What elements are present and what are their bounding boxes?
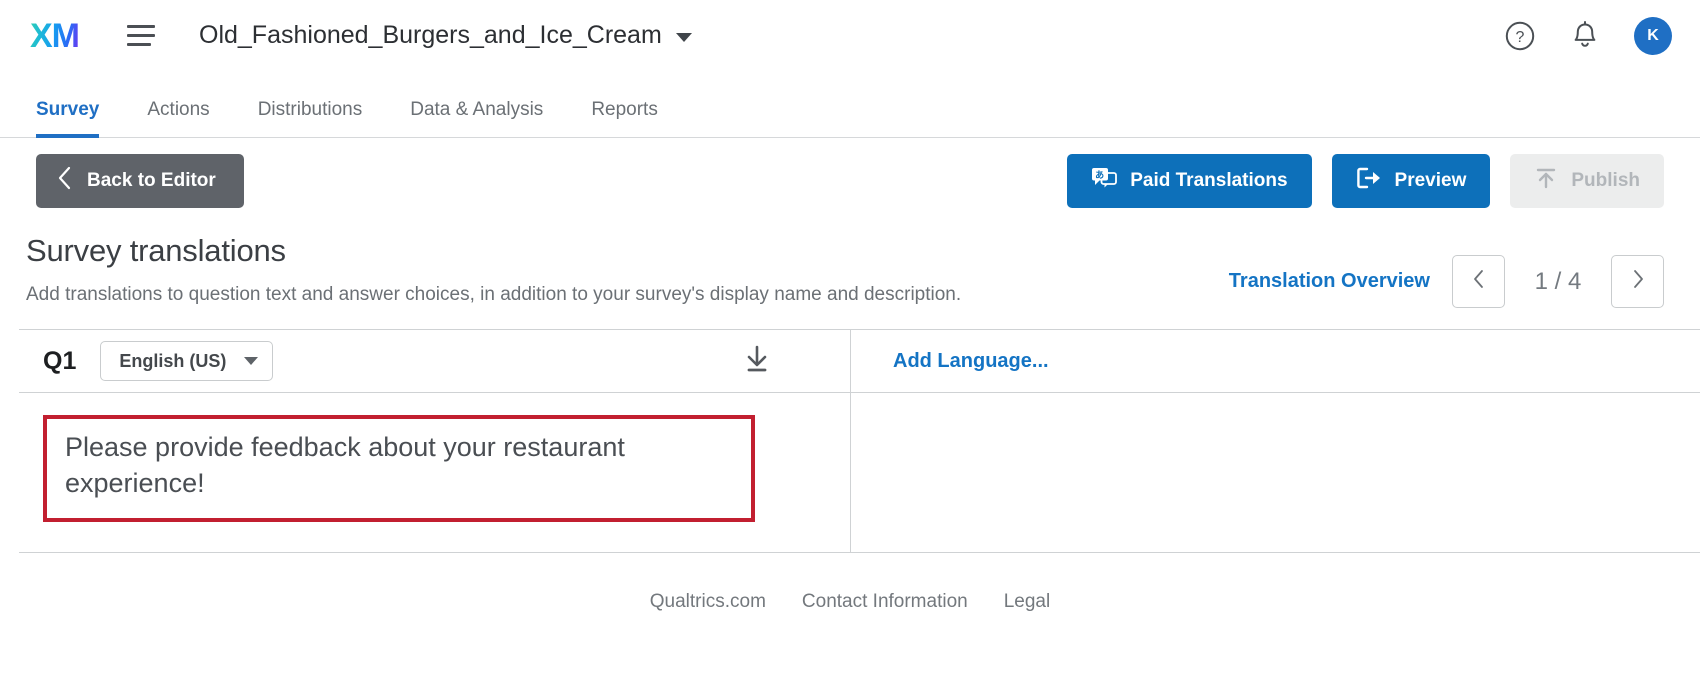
svg-text:?: ? (1516, 29, 1525, 46)
footer-link-contact-information[interactable]: Contact Information (802, 591, 968, 613)
survey-translations-title: Survey translations (26, 233, 286, 268)
upload-arrow-icon (1534, 166, 1558, 196)
preview-label: Preview (1394, 169, 1467, 191)
publish-button[interactable]: Publish (1510, 153, 1664, 208)
footer: Qualtrics.com Contact Information Legal (0, 553, 1700, 650)
source-language-cell: Q1 English (US) (19, 330, 850, 392)
svg-text:あ: あ (1095, 170, 1104, 180)
page-header-text: Survey translations Add translations to … (26, 233, 961, 310)
translation-table: Q1 English (US) Add Language... Please p… (19, 329, 1700, 554)
footer-link-qualtrics[interactable]: Qualtrics.com (650, 591, 766, 613)
tab-data-and-analysis[interactable]: Data & Analysis (410, 99, 543, 137)
bell-icon[interactable] (1570, 20, 1600, 52)
primary-nav-tabs: Survey Actions Distributions Data & Anal… (0, 71, 1700, 138)
source-text-cell: Please provide feedback about your resta… (19, 393, 850, 552)
help-circle-icon[interactable]: ? (1504, 20, 1536, 52)
question-text: Please provide feedback about your resta… (65, 432, 625, 499)
next-page-button[interactable] (1611, 255, 1664, 308)
tab-reports[interactable]: Reports (591, 99, 658, 137)
hamburger-menu-icon[interactable] (127, 25, 155, 46)
page-title: Old_Fashioned_Burgers_and_Ice_Cream (199, 21, 662, 49)
tab-distributions[interactable]: Distributions (258, 99, 363, 137)
top-bar-actions: ? K (1504, 16, 1672, 55)
project-title-dropdown[interactable]: Old_Fashioned_Burgers_and_Ice_Cream (199, 21, 692, 50)
chevron-down-icon (675, 33, 692, 42)
page-indicator: 1 / 4 (1534, 267, 1582, 295)
action-bar-right: あ Paid Translations Preview Publish (1067, 153, 1664, 208)
source-language-value: English (US) (119, 350, 227, 371)
survey-translations-description: Add translations to question text and an… (26, 284, 962, 305)
paid-translations-label: Paid Translations (1130, 169, 1288, 191)
action-bar: Back to Editor あ Paid Translations Previ… (0, 138, 1700, 223)
tab-survey[interactable]: Survey (36, 99, 100, 138)
back-to-editor-button[interactable]: Back to Editor (36, 153, 244, 208)
external-launch-icon (1356, 166, 1382, 196)
preview-button[interactable]: Preview (1331, 153, 1491, 208)
download-translations-button[interactable] (742, 343, 850, 380)
translation-table-header-row: Q1 English (US) Add Language... (19, 330, 1700, 394)
add-language-link[interactable]: Add Language... (893, 350, 1049, 373)
question-text-highlight[interactable]: Please provide feedback about your resta… (43, 415, 755, 522)
avatar[interactable]: K (1634, 16, 1672, 55)
back-to-editor-label: Back to Editor (87, 169, 216, 191)
chevron-left-icon (56, 165, 74, 197)
page-header-controls: Translation Overview 1 / 4 (1229, 233, 1664, 308)
chevron-left-icon (1470, 267, 1488, 296)
translation-overview-link[interactable]: Translation Overview (1229, 270, 1430, 293)
publish-label: Publish (1571, 169, 1640, 191)
hamburger-line (127, 34, 155, 37)
translate-bubble-icon: あ (1091, 166, 1118, 196)
chevron-right-icon (1629, 267, 1647, 296)
tab-actions[interactable]: Actions (147, 99, 209, 137)
translation-table-row: Please provide feedback about your resta… (19, 393, 1700, 554)
source-language-select[interactable]: English (US) (100, 341, 274, 382)
target-language-cell: Add Language... (851, 330, 1700, 392)
hamburger-line (127, 43, 151, 46)
question-label: Q1 (43, 346, 77, 375)
target-text-cell[interactable] (851, 393, 1700, 552)
top-bar: XM Old_Fashioned_Burgers_and_Ice_Cream ?… (0, 0, 1700, 71)
hamburger-line (127, 25, 155, 28)
footer-link-legal[interactable]: Legal (1004, 591, 1051, 613)
paid-translations-button[interactable]: あ Paid Translations (1067, 153, 1312, 208)
chevron-down-icon (244, 357, 259, 366)
download-icon (742, 343, 772, 380)
page-header: Survey translations Add translations to … (0, 223, 1700, 310)
xm-logo[interactable]: XM (30, 19, 83, 53)
prev-page-button[interactable] (1452, 255, 1505, 308)
